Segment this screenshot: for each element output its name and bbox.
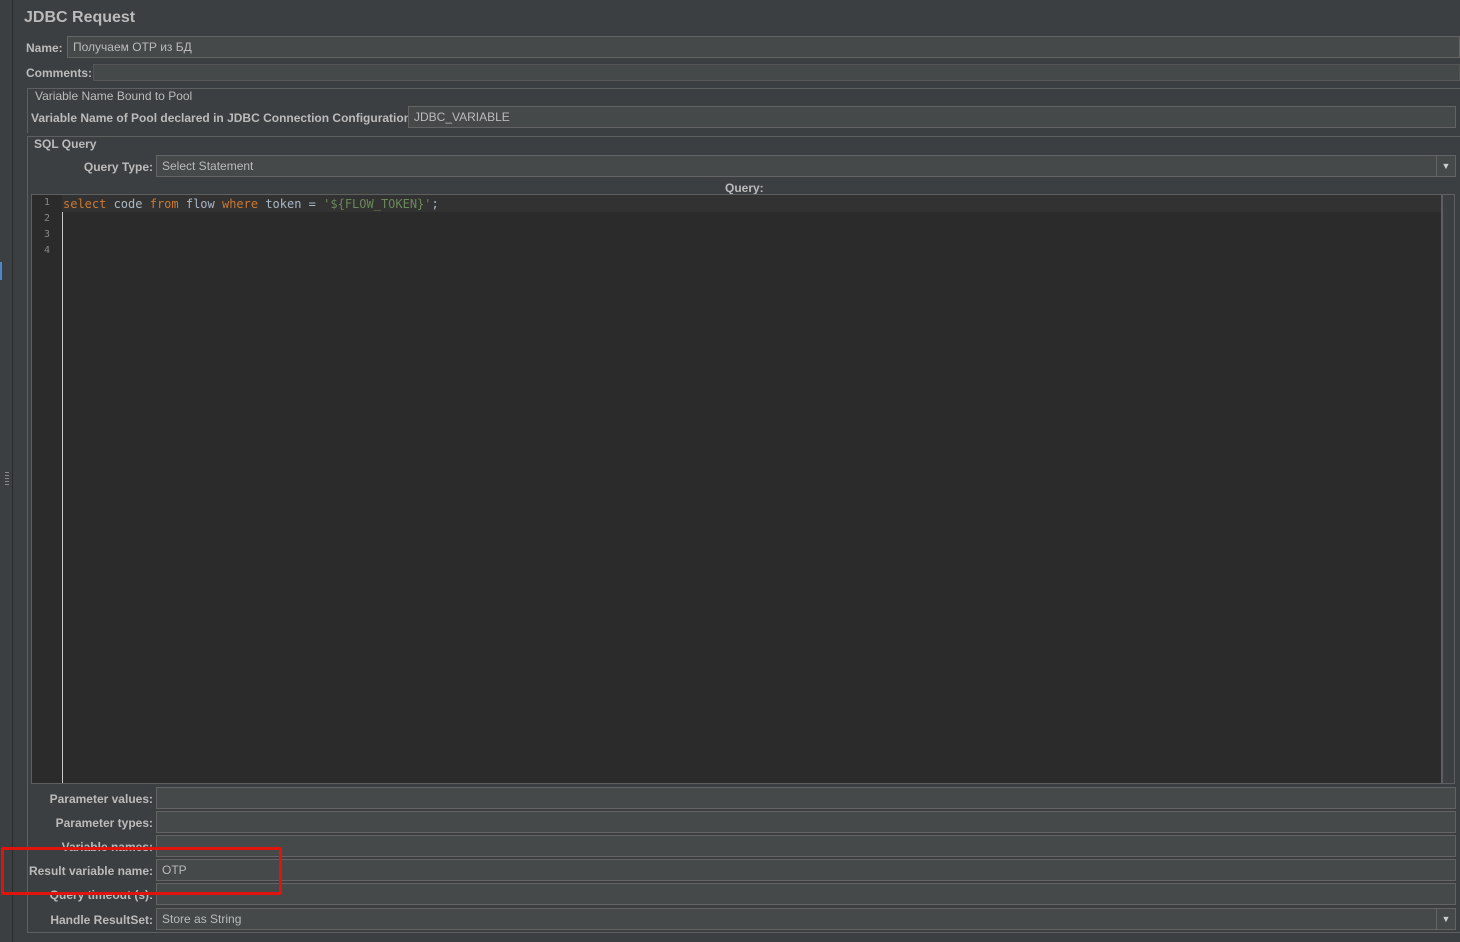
variable-names-input[interactable] bbox=[156, 835, 1456, 857]
sql-text: code bbox=[106, 197, 150, 211]
splitter-grip-icon[interactable] bbox=[5, 472, 9, 486]
sql-group-title: SQL Query bbox=[32, 137, 99, 151]
pool-group-left-border bbox=[27, 88, 28, 133]
parameter-types-input[interactable] bbox=[156, 811, 1456, 833]
dropdown-arrow-icon[interactable]: ▼ bbox=[1436, 156, 1455, 176]
sql-query-editor[interactable]: 1 2 3 4 select code from flow where toke… bbox=[31, 194, 1442, 784]
sql-keyword: from bbox=[149, 197, 179, 211]
left-tree-panel-edge bbox=[0, 0, 13, 942]
name-label: Name: bbox=[26, 41, 63, 55]
line-number-gutter: 1 2 3 4 bbox=[32, 195, 63, 783]
editor-vertical-scrollbar[interactable] bbox=[1442, 194, 1455, 784]
annotation-highlight-box bbox=[1, 847, 282, 895]
line-number: 1 bbox=[43, 197, 50, 208]
query-timeout-input[interactable] bbox=[156, 883, 1456, 905]
sql-text: flow bbox=[178, 197, 222, 211]
sql-code-line[interactable]: select code from flow where token = '${F… bbox=[63, 196, 439, 212]
sql-text: token = bbox=[258, 197, 324, 211]
dropdown-arrow-icon[interactable]: ▼ bbox=[1436, 909, 1455, 929]
sql-group-bottom-border bbox=[27, 932, 1460, 933]
sql-group-border bbox=[27, 136, 1460, 137]
sql-keyword: where bbox=[221, 197, 259, 211]
pool-group-title: Variable Name Bound to Pool bbox=[33, 89, 195, 103]
comments-input[interactable] bbox=[93, 64, 1460, 81]
query-label: Query: bbox=[725, 181, 764, 195]
parameter-values-input[interactable] bbox=[156, 787, 1456, 809]
handle-resultset-value: Store as String bbox=[162, 912, 242, 926]
page-title: JDBC Request bbox=[24, 9, 136, 26]
parameter-values-label: Parameter values: bbox=[49, 792, 153, 806]
name-input[interactable] bbox=[67, 36, 1460, 58]
sql-string: '${FLOW_TOKEN}' bbox=[323, 197, 432, 211]
sql-group-left-border bbox=[27, 136, 28, 932]
line-number: 3 bbox=[43, 229, 50, 240]
comments-label: Comments: bbox=[26, 66, 93, 80]
query-type-select[interactable]: Select Statement ▼ bbox=[156, 155, 1456, 177]
parameter-types-label: Parameter types: bbox=[55, 816, 153, 830]
sql-keyword: select bbox=[63, 197, 107, 211]
pool-variable-input[interactable] bbox=[408, 106, 1456, 128]
selection-marker bbox=[0, 262, 2, 280]
result-variable-name-input[interactable] bbox=[156, 859, 1456, 881]
pool-group-border bbox=[27, 88, 1460, 89]
query-type-label: Query Type: bbox=[83, 160, 153, 174]
pool-variable-label: Variable Name of Pool declared in JDBC C… bbox=[31, 111, 416, 125]
line-number: 4 bbox=[43, 245, 50, 256]
query-type-value: Select Statement bbox=[162, 159, 254, 173]
sql-text: ; bbox=[431, 197, 439, 211]
handle-resultset-select[interactable]: Store as String ▼ bbox=[156, 908, 1456, 930]
line-number: 2 bbox=[43, 213, 50, 224]
handle-resultset-label: Handle ResultSet: bbox=[50, 913, 153, 927]
